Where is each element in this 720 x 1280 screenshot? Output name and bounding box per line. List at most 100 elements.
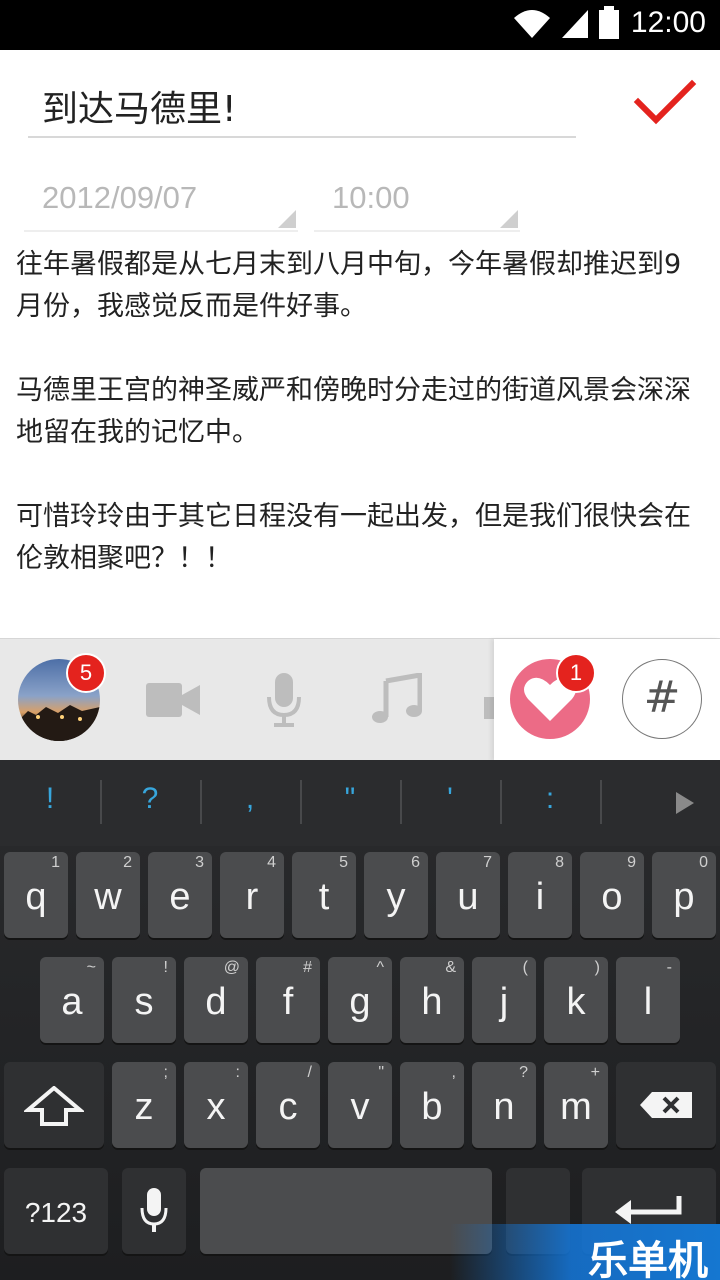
key-hint: ^ <box>376 959 384 976</box>
key-r[interactable]: 4r <box>220 852 284 938</box>
video-icon[interactable] <box>146 683 200 717</box>
key-hint: 0 <box>699 854 708 871</box>
key-hint: ? <box>519 1064 528 1081</box>
key-i[interactable]: 8i <box>508 852 572 938</box>
key-label: x <box>206 1086 226 1128</box>
suggestion-divider <box>300 780 302 824</box>
key-hint: " <box>378 1064 384 1081</box>
key-g[interactable]: ^ g <box>328 957 392 1043</box>
key-c[interactable]: / c <box>256 1062 320 1148</box>
key-v[interactable]: " v <box>328 1062 392 1148</box>
suggestion-item[interactable]: : <box>520 782 580 816</box>
key-label: p <box>673 876 695 918</box>
key-hint: 7 <box>483 854 492 871</box>
status-time: 12:00 <box>630 6 706 39</box>
key-label: g <box>349 981 371 1023</box>
suggestion-divider <box>100 780 102 824</box>
key-label: s <box>134 981 154 1023</box>
time-value: 10:00 <box>332 180 410 215</box>
key-label: u <box>457 876 479 918</box>
dropdown-corner-icon <box>500 210 518 228</box>
voice-input-key[interactable] <box>122 1168 186 1254</box>
key-k[interactable]: ) k <box>544 957 608 1043</box>
space-key[interactable] <box>200 1168 492 1254</box>
dropdown-corner-icon <box>278 210 296 228</box>
confirm-check-icon[interactable] <box>630 78 700 128</box>
key-q[interactable]: 1q <box>4 852 68 938</box>
body-paragraph: 可惜玲玲由于其它日程没有一起出发，但是我们很快会在伦敦相聚吧？！！ <box>16 501 691 574</box>
key-b[interactable]: ,b <box>400 1062 464 1148</box>
key-label: c <box>278 1086 298 1128</box>
key-u[interactable]: 7u <box>436 852 500 938</box>
key-j[interactable]: (j <box>472 957 536 1043</box>
key-l[interactable]: -l <box>616 957 680 1043</box>
title-input[interactable]: 到达马德里! <box>28 72 576 138</box>
key-hint: + <box>590 1064 600 1081</box>
key-hint: , <box>451 1064 456 1081</box>
hashtag-button[interactable]: # <box>622 659 702 739</box>
suggestion-bar: ! ? , " ' : <box>0 760 720 846</box>
key-label: k <box>566 981 586 1023</box>
key-m[interactable]: + m <box>544 1062 608 1148</box>
key-e[interactable]: 3e <box>148 852 212 938</box>
key-s[interactable]: ! s <box>112 957 176 1043</box>
key-hint: 3 <box>195 854 204 871</box>
key-x[interactable]: :x <box>184 1062 248 1148</box>
key-n[interactable]: ? n <box>472 1062 536 1148</box>
key-label: f <box>282 981 294 1023</box>
key-hint: 8 <box>555 854 564 871</box>
key-label: e <box>169 876 191 918</box>
key-hint: ! <box>163 959 168 976</box>
key-hint: ( <box>522 959 528 976</box>
key-f[interactable]: # f <box>256 957 320 1043</box>
key-a[interactable]: ~ a <box>40 957 104 1043</box>
photo-count-badge: 5 <box>66 653 106 693</box>
key-z[interactable]: ; z <box>112 1062 176 1148</box>
key-o[interactable]: 9o <box>580 852 644 938</box>
suggestion-item[interactable]: " <box>320 782 380 816</box>
key-label: w <box>94 876 122 918</box>
key-label: a <box>61 981 83 1023</box>
microphone-icon[interactable] <box>266 673 302 729</box>
key-label: d <box>205 981 227 1023</box>
key-label: l <box>643 981 653 1023</box>
body-editor[interactable]: 往年暑假都是从七月末到八月中旬，今年暑假却推迟到9月份，我感觉反而是件好事。 马… <box>16 244 706 622</box>
music-icon[interactable] <box>372 673 422 725</box>
key-t[interactable]: 5t <box>292 852 356 938</box>
soft-keyboard: ! ? , " ' : 1q2w3e4r5t6y7u8i9o0p ~ a! s @ d #… <box>0 760 720 1280</box>
suggestion-item[interactable]: ? <box>120 782 180 816</box>
suggestion-next-icon[interactable] <box>672 790 696 816</box>
key-label: z <box>134 1086 154 1128</box>
suggestion-item[interactable]: , <box>220 782 280 816</box>
date-picker[interactable]: 2012/09/07 <box>24 170 298 232</box>
key-w[interactable]: 2w <box>76 852 140 938</box>
status-icons <box>512 6 620 40</box>
key-label: q <box>25 876 47 918</box>
backspace-key[interactable] <box>616 1062 716 1148</box>
like-count-badge: 1 <box>556 653 596 693</box>
enter-icon <box>615 1196 682 1224</box>
body-paragraph: 马德里王宫的神圣威严和傍晚时分走过的街道风景会深深地留在我的记忆中。 <box>16 375 691 448</box>
key-hint: # <box>303 959 312 976</box>
suggestion-item[interactable]: ! <box>20 782 80 816</box>
battery-icon <box>599 6 619 39</box>
time-picker[interactable]: 10:00 <box>314 170 520 232</box>
key-y[interactable]: 6y <box>364 852 428 938</box>
shift-icon <box>22 1085 86 1126</box>
key-label: n <box>493 1086 515 1128</box>
shift-key[interactable] <box>4 1062 104 1148</box>
body-paragraph: 往年暑假都是从七月末到八月中旬，今年暑假却推迟到9月份，我感觉反而是件好事。 <box>16 249 682 322</box>
microphone-icon <box>140 1188 168 1232</box>
key-h[interactable]: & h <box>400 957 464 1043</box>
key-label: i <box>535 876 545 918</box>
suggestion-divider <box>200 780 202 824</box>
key-label: o <box>601 876 623 918</box>
key-d[interactable]: @ d <box>184 957 248 1043</box>
suggestion-item[interactable]: ' <box>420 782 480 816</box>
key-hint: : <box>235 1064 240 1081</box>
key-p[interactable]: 0p <box>652 852 716 938</box>
symbols-key[interactable]: ?123 <box>4 1168 108 1254</box>
date-value: 2012/09/07 <box>42 180 198 215</box>
key-hint: 6 <box>411 854 420 871</box>
key-hint: 9 <box>627 854 636 871</box>
